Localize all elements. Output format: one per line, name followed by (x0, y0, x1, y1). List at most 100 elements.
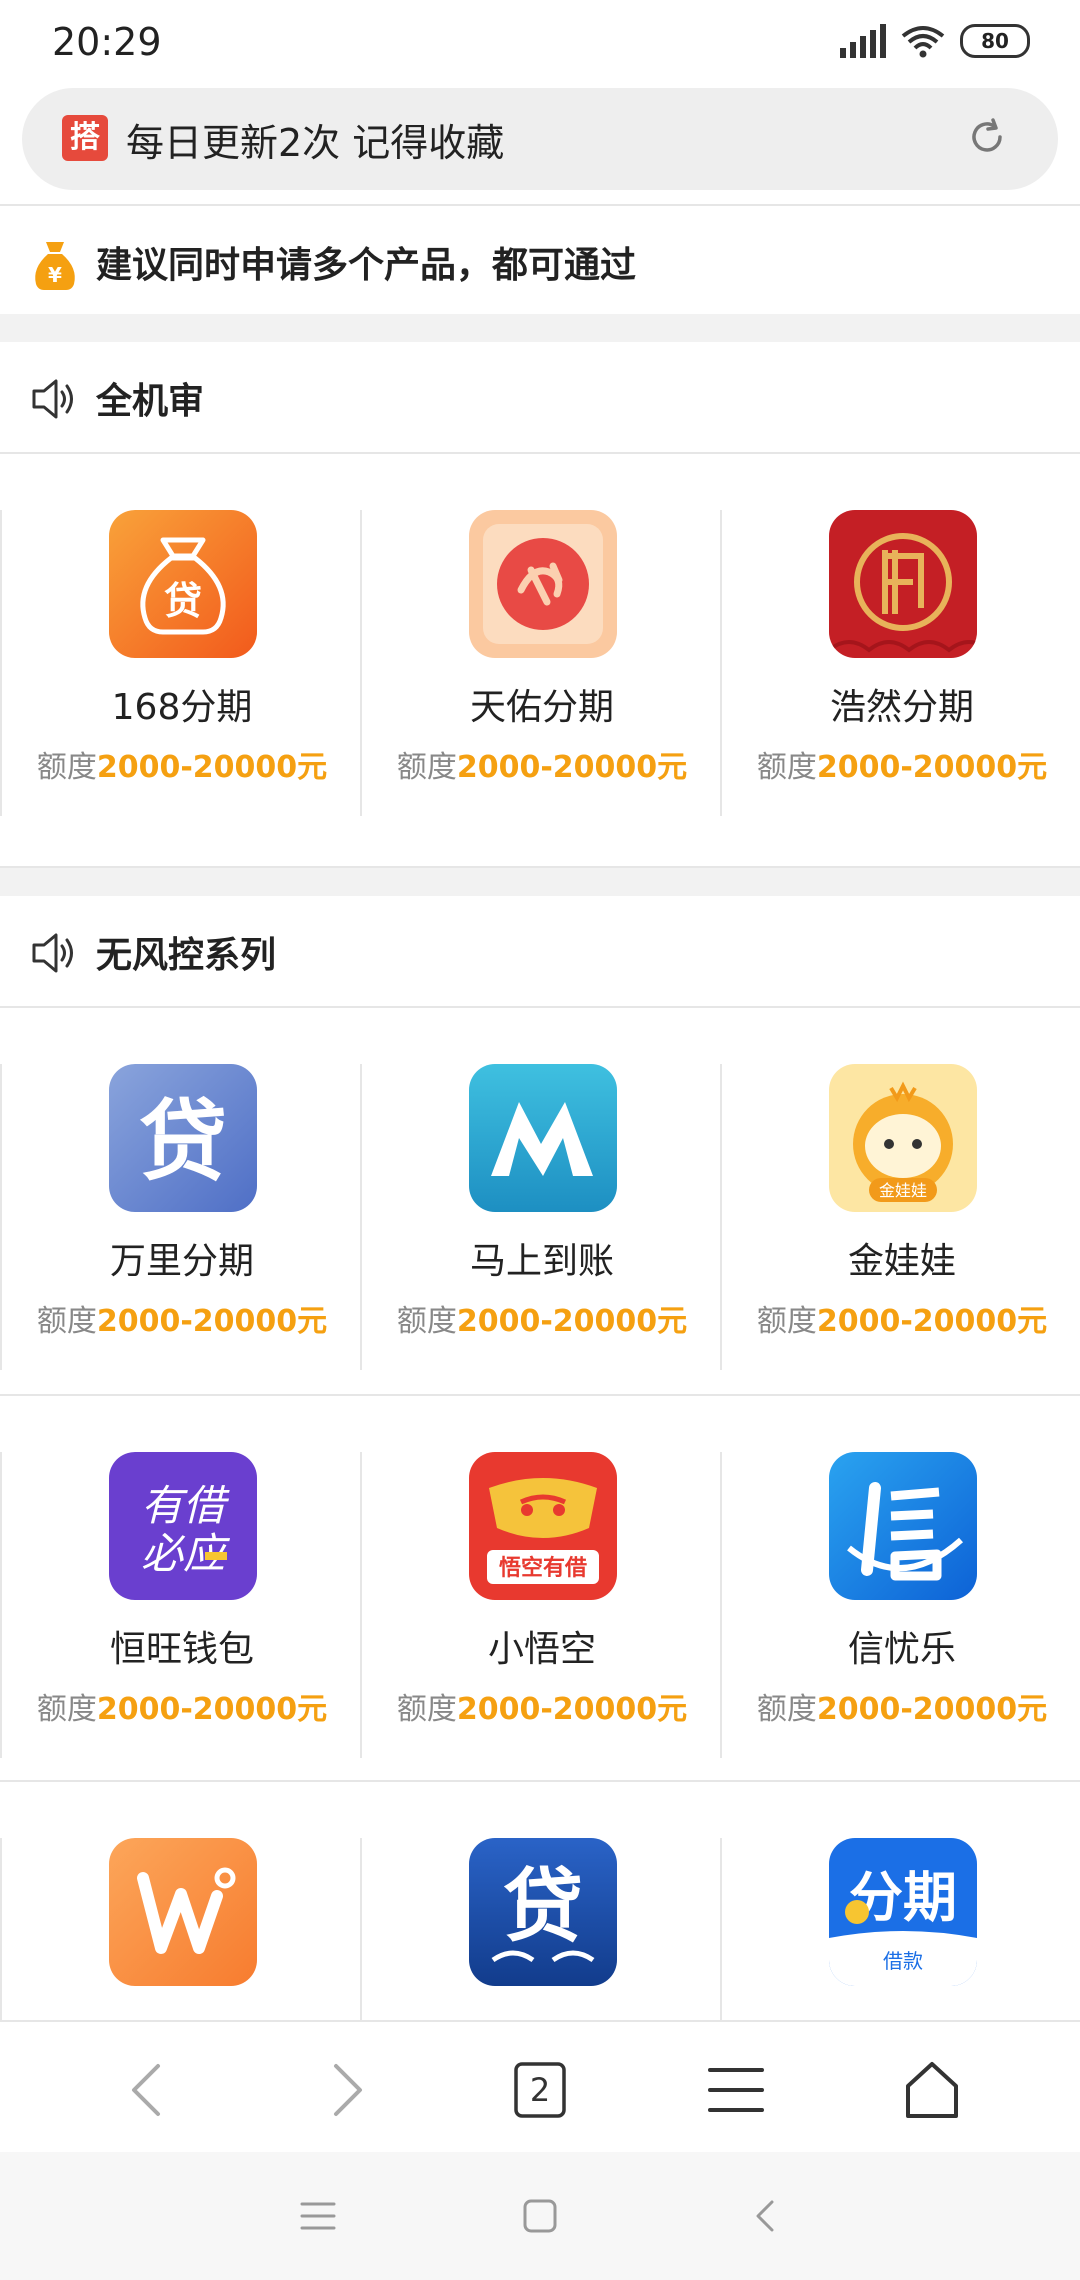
back-nav-icon[interactable] (746, 2196, 786, 2236)
speaker-icon (32, 933, 73, 973)
product-card-haoran[interactable]: 浩然分期 额度2000-20000元 (720, 510, 1080, 816)
back-icon[interactable] (114, 2054, 186, 2126)
quota-amount: 2000-20000元 (816, 1692, 1048, 1727)
product-card-xiaowukong[interactable]: 悟空有借 小悟空 额度2000-20000元 (360, 1452, 720, 1758)
product-quota: 额度2000-20000元 (0, 1684, 364, 1728)
quota-label: 额度 (396, 1692, 457, 1727)
product-card-row3-2[interactable]: 贷 (360, 1838, 720, 2020)
product-card-hengwang[interactable]: 有借 必应 恒旺钱包 额度2000-20000元 (0, 1452, 360, 1758)
product-name: 浩然分期 (829, 687, 974, 728)
site-favicon: 搭 (62, 115, 108, 161)
divider (0, 1838, 2, 2020)
quota-amount: 2000-20000元 (816, 750, 1048, 785)
divider (0, 452, 1080, 454)
notice-text: 建议同时申请多个产品，都可通过 (96, 245, 637, 286)
product-quota: 额度2000-20000元 (0, 742, 364, 786)
quota-amount: 2000-20000元 (96, 750, 328, 785)
reload-icon[interactable] (968, 118, 1006, 156)
product-logo-fenqi: 分期 借款 (829, 1838, 977, 1986)
product-name: 恒旺钱包 (109, 1629, 254, 1670)
divider (720, 1838, 722, 2020)
home-nav-icon[interactable] (520, 2196, 560, 2236)
speaker-icon (32, 379, 73, 419)
product-quota: 额度2000-20000元 (720, 742, 1080, 786)
product-logo-haoran (829, 510, 977, 658)
divider (0, 1394, 1080, 1396)
system-navigation-bar (0, 2152, 1080, 2280)
product-logo-wanli: 贷 (109, 1064, 257, 1212)
product-logo-xiaowukong: 悟空有借 (469, 1452, 617, 1600)
logo-text: 有借 (141, 1481, 230, 1530)
product-card-xinyoule[interactable]: 信忧乐 额度2000-20000元 (720, 1452, 1080, 1758)
recent-apps-icon[interactable] (298, 2196, 338, 2236)
section-header-no-risk-control: 无风控系列 (0, 896, 1080, 1006)
product-logo-mashang (469, 1064, 617, 1212)
battery-indicator: 80 (960, 24, 1030, 58)
quota-label: 额度 (36, 1692, 97, 1727)
quota-amount: 2000-20000元 (456, 1304, 688, 1339)
logo-text: 金娃娃 (879, 1181, 927, 1200)
browser-toolbar: 2 (0, 2020, 1080, 2154)
product-card-168[interactable]: 贷 168分期 额度2000-20000元 (0, 510, 360, 816)
quota-label: 额度 (756, 750, 817, 785)
logo-text: 贷 (139, 1090, 227, 1193)
page-title[interactable]: 每日更新2次 记得收藏 (126, 112, 504, 167)
quota-amount: 2000-20000元 (456, 750, 688, 785)
quota-amount: 2000-20000元 (456, 1692, 688, 1727)
forward-icon[interactable] (308, 2054, 380, 2126)
product-quota: 额度2000-20000元 (360, 742, 724, 786)
divider (0, 1780, 1080, 1782)
section-title: 无风控系列 (96, 935, 277, 976)
quota-label: 额度 (756, 1304, 817, 1339)
product-row: 有借 必应 恒旺钱包 额度2000-20000元 悟空有借 小悟空 额度2000… (0, 1452, 1080, 1758)
quota-label: 额度 (396, 1304, 457, 1339)
product-name: 168分期 (111, 687, 253, 728)
address-bar[interactable]: 搭 每日更新2次 记得收藏 (22, 88, 1058, 190)
logo-text: 贷 (164, 579, 202, 623)
logo-text: 贷 (503, 1860, 583, 1953)
product-quota: 额度2000-20000元 (0, 1296, 364, 1340)
quota-amount: 2000-20000元 (96, 1304, 328, 1339)
section-title: 全机审 (96, 381, 205, 422)
signal-icon (840, 24, 886, 58)
tabs-button[interactable]: 2 (504, 2054, 576, 2126)
product-name: 小悟空 (487, 1629, 596, 1670)
product-row: 贷 分期 借款 (0, 1838, 1080, 2020)
product-card-mashang[interactable]: 马上到账 额度2000-20000元 (360, 1064, 720, 1370)
product-quota: 额度2000-20000元 (720, 1296, 1080, 1340)
product-name: 信忧乐 (847, 1629, 956, 1670)
section-gap (0, 866, 1080, 896)
svg-text:¥: ¥ (48, 263, 62, 287)
menu-icon[interactable] (700, 2054, 772, 2126)
product-quota: 额度2000-20000元 (360, 1296, 724, 1340)
product-logo-dai-blue: 贷 (469, 1838, 617, 1986)
product-quota: 额度2000-20000元 (360, 1684, 724, 1728)
status-time: 20:29 (52, 20, 162, 64)
product-name: 万里分期 (109, 1241, 254, 1282)
product-logo-jinwawa: 金娃娃 (829, 1064, 977, 1212)
product-card-row3-3[interactable]: 分期 借款 (720, 1838, 1080, 2020)
product-name: 金娃娃 (847, 1241, 956, 1282)
quota-label: 额度 (396, 750, 457, 785)
product-name: 马上到账 (469, 1241, 614, 1282)
section-header-full-review: 全机审 (0, 342, 1080, 452)
product-row: 贷 万里分期 额度2000-20000元 马上到账 额度2000-20000元 … (0, 1064, 1080, 1370)
quota-label: 额度 (756, 1692, 817, 1727)
product-logo-168: 贷 (109, 510, 257, 658)
status-bar: 20:29 80 (0, 0, 1080, 88)
product-name: 天佑分期 (469, 687, 614, 728)
tabs-count: 2 (529, 2071, 551, 2109)
money-bag-icon: ¥ (35, 242, 75, 290)
product-card-tianyou[interactable]: 天佑分期 额度2000-20000元 (360, 510, 720, 816)
divider (0, 1006, 1080, 1008)
home-icon[interactable] (896, 2054, 968, 2126)
product-quota: 额度2000-20000元 (720, 1684, 1080, 1728)
divider (360, 1838, 362, 2020)
product-card-wanli[interactable]: 贷 万里分期 额度2000-20000元 (0, 1064, 360, 1370)
product-card-row3-1[interactable] (0, 1838, 360, 2020)
quota-label: 额度 (36, 750, 97, 785)
logo-text: 悟空有借 (499, 1555, 587, 1581)
quota-amount: 2000-20000元 (96, 1692, 328, 1727)
product-logo-xinyoule (829, 1452, 977, 1600)
product-card-jinwawa[interactable]: 金娃娃 金娃娃 额度2000-20000元 (720, 1064, 1080, 1370)
